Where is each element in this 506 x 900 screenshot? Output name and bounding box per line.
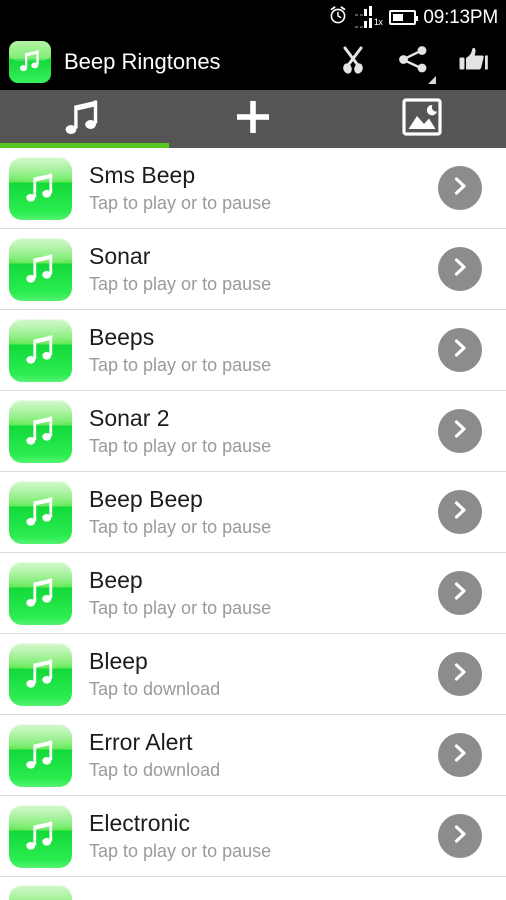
tab-ringtones[interactable]	[0, 90, 169, 148]
ringtone-music-icon	[9, 480, 72, 544]
tab-wallpapers[interactable]	[337, 90, 506, 148]
signal-strength-icon: 1x	[355, 6, 383, 28]
list-item-subtitle: Tap to play or to pause	[89, 516, 272, 537]
list-item-details-button[interactable]	[438, 814, 482, 858]
list-item-text: Sonar Tap to play or to pause	[89, 243, 438, 296]
chevron-right-icon	[449, 580, 471, 607]
list-item-details-button[interactable]	[438, 247, 482, 291]
status-bar-clock: 09:13PM	[423, 6, 498, 28]
action-bar-buttons	[336, 45, 490, 84]
app-title: Beep Ringtones	[64, 49, 221, 74]
list-item[interactable]	[0, 877, 506, 900]
chevron-right-icon	[449, 175, 471, 202]
chevron-right-icon	[449, 742, 471, 769]
music-note-icon	[61, 95, 107, 144]
list-item-title: Sonar 2	[89, 404, 170, 431]
list-item-title: Bleep	[89, 647, 148, 674]
ringtone-music-icon	[9, 642, 72, 706]
list-item-details-button[interactable]	[438, 571, 482, 615]
status-bar: 1x 09:13PM	[0, 0, 506, 34]
tab-active-indicator	[0, 143, 169, 148]
list-item-subtitle: Tap to play or to pause	[89, 192, 272, 213]
list-item-text: Beeps Tap to play or to pause	[89, 324, 438, 377]
thumbs-up-icon	[457, 46, 489, 79]
image-icon	[400, 97, 444, 142]
list-item-text	[89, 883, 496, 885]
ringtone-music-icon	[9, 723, 72, 787]
chevron-right-icon	[449, 418, 471, 445]
list-item-details-button[interactable]	[438, 652, 482, 696]
list-item-text: Sonar 2 Tap to play or to pause	[89, 405, 438, 458]
chevron-right-icon	[449, 661, 471, 688]
cut-button[interactable]	[336, 45, 370, 79]
tab-indicator	[337, 143, 506, 148]
list-item-subtitle: Tap to play or to pause	[89, 435, 272, 456]
ringtone-music-icon	[9, 156, 72, 220]
network-type-label: 1x	[373, 17, 383, 27]
list-item[interactable]: Error Alert Tap to download	[0, 715, 506, 796]
list-item[interactable]: Beeps Tap to play or to pause	[0, 310, 506, 391]
ringtone-music-icon	[9, 237, 72, 301]
list-item-title: Sms Beep	[89, 161, 196, 188]
alarm-clock-icon	[328, 5, 348, 30]
list-item-subtitle: Tap to download	[89, 678, 221, 699]
list-item-subtitle: Tap to download	[89, 759, 221, 780]
ringtone-music-icon	[9, 399, 72, 463]
app-screen: 1x 09:13PM Beep Ringtones Sms Beep Tap t…	[0, 0, 506, 900]
list-item[interactable]: Sonar Tap to play or to pause	[0, 229, 506, 310]
ringtone-list[interactable]: Sms Beep Tap to play or to pause Sonar T…	[0, 148, 506, 900]
list-item-details-button[interactable]	[438, 409, 482, 453]
list-item-title: Beeps	[89, 323, 155, 350]
list-item-title: Electronic	[89, 809, 190, 836]
list-item-title: Beep Beep	[89, 485, 203, 512]
list-item-text: Sms Beep Tap to play or to pause	[89, 162, 438, 215]
list-item-details-button[interactable]	[438, 490, 482, 534]
list-item-text: Beep Tap to play or to pause	[89, 567, 438, 620]
list-item-subtitle: Tap to play or to pause	[89, 354, 272, 375]
list-item[interactable]: Beep Beep Tap to play or to pause	[0, 472, 506, 553]
list-item[interactable]: Sms Beep Tap to play or to pause	[0, 148, 506, 229]
share-button[interactable]	[396, 45, 436, 84]
chevron-right-icon	[449, 823, 471, 850]
chevron-right-icon	[449, 256, 471, 283]
list-item-details-button[interactable]	[438, 166, 482, 210]
overflow-indicator-icon	[428, 76, 436, 84]
share-icon	[397, 45, 429, 80]
plus-icon	[231, 95, 275, 144]
ringtone-music-icon	[9, 561, 72, 625]
list-item[interactable]: Bleep Tap to download	[0, 634, 506, 715]
tab-bar	[0, 90, 506, 148]
list-item-text: Electronic Tap to play or to pause	[89, 810, 438, 863]
list-item-text: Beep Beep Tap to play or to pause	[89, 486, 438, 539]
list-item[interactable]: Electronic Tap to play or to pause	[0, 796, 506, 877]
ringtone-music-icon	[9, 804, 72, 868]
ringtone-music-icon	[9, 885, 72, 900]
list-item-text: Error Alert Tap to download	[89, 729, 438, 782]
list-item-details-button[interactable]	[438, 733, 482, 777]
chevron-right-icon	[449, 337, 471, 364]
status-bar-icons: 1x 09:13PM	[328, 5, 498, 30]
list-item-subtitle: Tap to play or to pause	[89, 840, 272, 861]
cut-icon	[337, 44, 369, 81]
list-item-subtitle: Tap to play or to pause	[89, 273, 272, 294]
list-item-subtitle: Tap to play or to pause	[89, 597, 272, 618]
list-item-details-button[interactable]	[438, 328, 482, 372]
tab-add[interactable]	[169, 90, 338, 148]
tab-indicator	[169, 143, 338, 148]
rate-button[interactable]	[456, 45, 490, 79]
list-item[interactable]: Sonar 2 Tap to play or to pause	[0, 391, 506, 472]
list-item[interactable]: Beep Tap to play or to pause	[0, 553, 506, 634]
ringtone-music-icon	[9, 318, 72, 382]
list-item-title: Sonar	[89, 242, 151, 269]
action-bar: Beep Ringtones	[0, 34, 506, 90]
chevron-right-icon	[449, 499, 471, 526]
battery-icon	[389, 9, 419, 25]
app-logo-icon	[9, 41, 51, 83]
list-item-title: Error Alert	[89, 728, 193, 755]
list-item-title: Beep	[89, 566, 143, 593]
list-item-text: Bleep Tap to download	[89, 648, 438, 701]
